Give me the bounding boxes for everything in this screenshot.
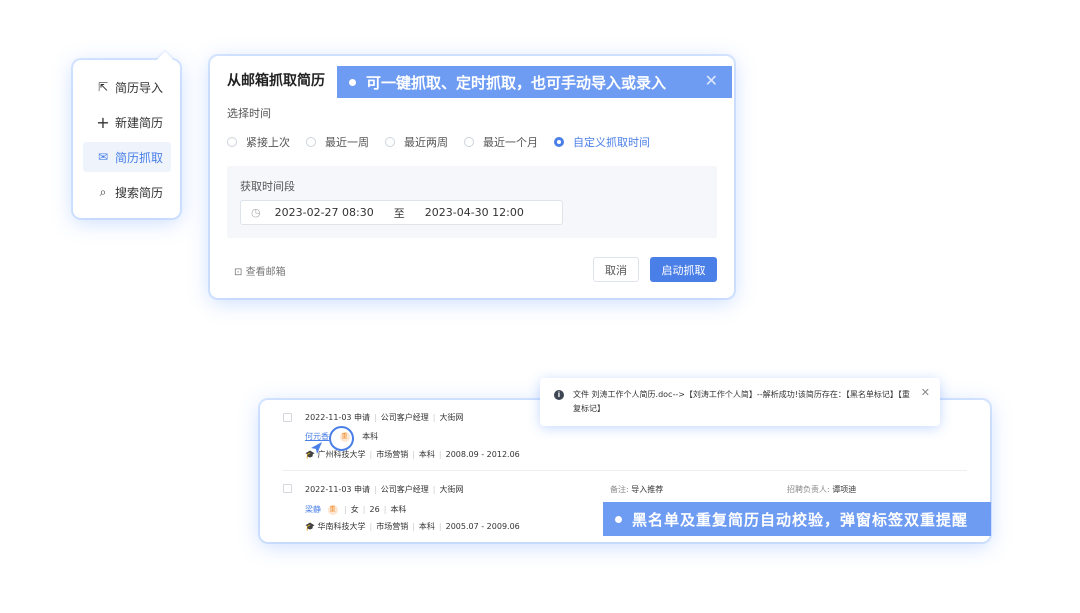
banner-text: 可一键抓取、定时抓取，也可手动导入或录入 — [366, 73, 667, 92]
row-meta: 2022-11-03 申请 | 公司客户经理 | 大街网 — [305, 413, 464, 422]
menu-item-label: 搜索简历 — [115, 185, 164, 200]
resume-side-menu: ⇱ 简历导入 + 新建简历 ✉ 简历抓取 ⌕ 搜索简历 — [73, 51, 180, 218]
highlight-ring — [329, 426, 354, 451]
radio-last-week[interactable]: 最近一周 — [306, 134, 369, 150]
row-divider — [282, 470, 967, 471]
recruiter-field: 招聘负责人: 谭项迪 — [787, 485, 857, 494]
parse-notification: i 文件 刘涛工作个人简历.doc-->【刘涛工作个人简】--解析成功!该简历存… — [540, 378, 940, 426]
pointer-cursor-icon — [311, 442, 322, 454]
menu-item-fetch[interactable]: ✉ 简历抓取 — [83, 142, 171, 172]
cancel-button[interactable]: 取消 — [593, 257, 639, 282]
select-time-label: 选择时间 — [227, 107, 271, 120]
time-options: 紧接上次 最近一周 最近两周 最近一个月 自定义抓取时间 — [227, 134, 666, 150]
period-label: 获取时间段 — [240, 180, 295, 193]
clock-icon: ◷ — [251, 206, 261, 219]
radio-custom-time[interactable]: 自定义抓取时间 — [554, 134, 650, 150]
time-range-panel: 获取时间段 ◷ 2023-02-27 08:30 至 2023-04-30 12… — [227, 166, 717, 238]
menu-item-label: 简历导入 — [115, 80, 164, 95]
menu-item-new[interactable]: + 新建简历 — [83, 107, 171, 137]
mail-icon: ✉ — [97, 150, 109, 164]
bullet-icon — [349, 78, 356, 86]
candidate-name-row: 梁静 重 | 女 | 26 | 本科 — [305, 504, 407, 515]
duplicate-tag: 重 — [327, 504, 338, 515]
notification-text: 文件 刘涛工作个人简历.doc-->【刘涛工作个人简】--解析成功!该简历存在：… — [573, 390, 910, 413]
menu-item-label: 新建简历 — [115, 115, 164, 130]
radio-last-month[interactable]: 最近一个月 — [464, 134, 538, 150]
feature-banner-check: 黑名单及重复简历自动校验，弹窗标签双重提醒 — [603, 502, 991, 536]
note-field: 备注: 导入推荐 — [610, 485, 664, 494]
education-row: 🎓 华南科技大学 | 市场营销 | 本科 | 2005.07 - 2009.06 — [305, 522, 520, 531]
menu-item-import[interactable]: ⇱ 简历导入 — [83, 72, 171, 102]
start-fetch-button[interactable]: 启动抓取 — [650, 257, 717, 282]
radio-last-two-weeks[interactable]: 最近两周 — [385, 134, 448, 150]
menu-item-label: 简历抓取 — [115, 150, 164, 165]
dialog-title: 从邮箱抓取简历 — [227, 73, 325, 89]
export-icon: ⇱ — [97, 80, 109, 94]
row-meta: 2022-11-03 申请 | 公司客户经理 | 大街网 — [305, 485, 464, 494]
close-icon[interactable]: ✕ — [921, 386, 930, 399]
plus-icon: + — [96, 112, 110, 132]
range-end: 2023-04-30 12:00 — [424, 206, 524, 219]
banner-text: 黑名单及重复简历自动校验，弹窗标签双重提醒 — [632, 510, 969, 529]
menu-notch — [156, 51, 174, 69]
info-icon: i — [554, 390, 564, 400]
range-start: 2023-02-27 08:30 — [274, 206, 374, 219]
education-row: 🎓 广州科技大学 | 市场营销 | 本科 | 2008.09 - 2012.06 — [305, 450, 520, 459]
menu-item-search[interactable]: ⌕ 搜索简历 — [83, 177, 171, 207]
range-separator: 至 — [393, 206, 405, 220]
bullet-icon — [615, 515, 622, 523]
feature-banner-fetch: 可一键抓取、定时抓取，也可手动导入或录入 ✕ — [337, 66, 732, 98]
radio-since-last[interactable]: 紧接上次 — [227, 134, 290, 150]
close-icon[interactable]: ✕ — [705, 71, 718, 90]
row-checkbox[interactable] — [283, 484, 292, 493]
school-icon: 🎓 — [305, 522, 315, 531]
row-checkbox[interactable] — [283, 413, 292, 422]
view-mailbox-link[interactable]: ⊡ 查看邮箱 — [234, 263, 286, 278]
mailbox-icon: ⊡ — [234, 267, 243, 278]
date-range-picker[interactable]: ◷ 2023-02-27 08:30 至 2023-04-30 12:00 — [240, 200, 563, 225]
candidate-name[interactable]: 梁静 — [305, 505, 321, 514]
search-icon: ⌕ — [99, 184, 107, 199]
